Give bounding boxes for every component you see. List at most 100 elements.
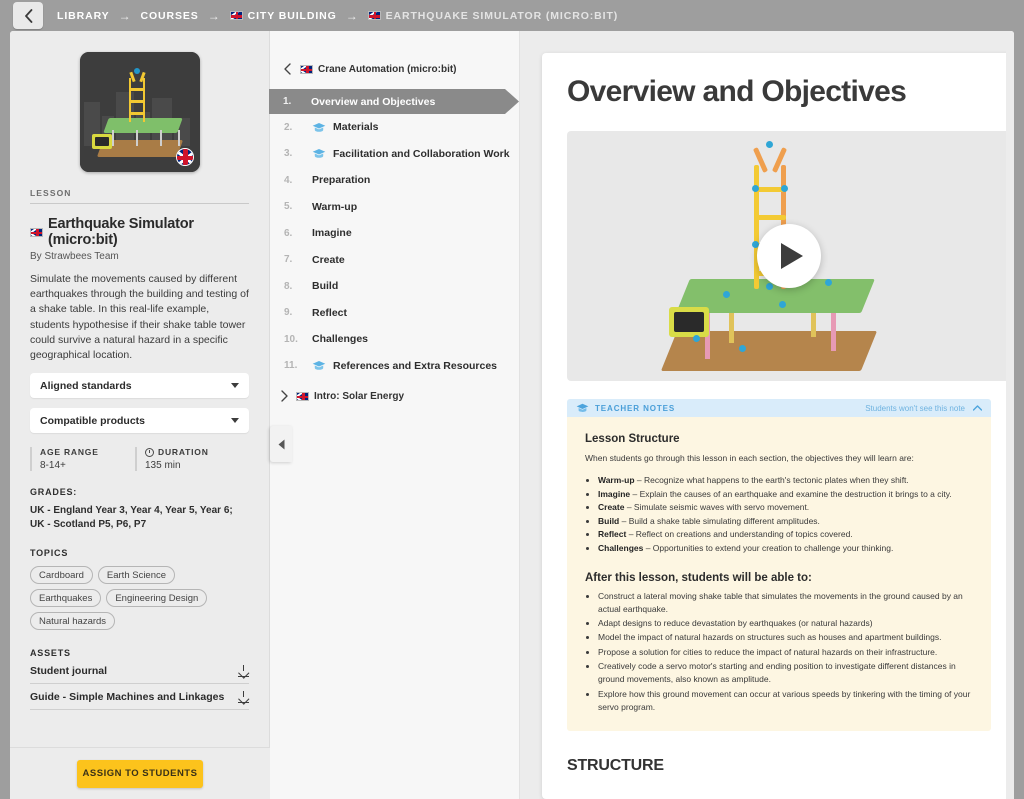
topic-chip[interactable]: Earthquakes bbox=[30, 589, 102, 608]
toc-item-label: Overview and Objectives bbox=[311, 95, 436, 108]
toc-item-reflect[interactable]: 9. Reflect bbox=[270, 300, 519, 327]
toc-item-number: 4. bbox=[284, 174, 293, 186]
toc-item-build[interactable]: 8. Build bbox=[270, 273, 519, 300]
toc-item-challenges[interactable]: 10. Challenges bbox=[270, 326, 519, 353]
microbit-device bbox=[669, 307, 709, 337]
breadcrumb-label: LIBRARY bbox=[57, 9, 110, 22]
breadcrumb-label: EARTHQUAKE SIMULATOR (MICRO:BIT) bbox=[385, 9, 619, 22]
back-button[interactable] bbox=[13, 2, 43, 29]
chevron-up-icon[interactable] bbox=[973, 405, 982, 411]
lesson-title: Earthquake Simulator (micro:bit) bbox=[30, 216, 249, 248]
breadcrumb-item-library[interactable]: LIBRARY bbox=[57, 10, 110, 22]
duration-label: DURATION bbox=[158, 447, 209, 458]
toc-parent-label: Crane Automation (micro:bit) bbox=[318, 63, 457, 75]
breadcrumb-item-courses[interactable]: COURSES bbox=[140, 10, 198, 22]
graduation-cap-icon bbox=[312, 122, 326, 132]
microbit-device bbox=[91, 134, 112, 149]
list-item: Build – Build a shake table simulating d… bbox=[598, 515, 973, 529]
meta-row: AGE RANGE 8-14+ DURATION 135 min bbox=[30, 447, 249, 472]
content-scrollbar[interactable] bbox=[1006, 31, 1014, 799]
chevron-left-icon bbox=[24, 8, 32, 23]
toc-item-references-and-extra-resources[interactable]: 11. References and Extra Resources bbox=[270, 353, 519, 380]
divider bbox=[30, 203, 249, 204]
toc-item-warm-up[interactable]: 5. Warm-up bbox=[270, 194, 519, 221]
select-label: Compatible products bbox=[40, 414, 146, 427]
list-item: Creatively code a servo motor's starting… bbox=[598, 660, 973, 687]
toc-item-label: Materials bbox=[333, 121, 379, 134]
lesson-structure-intro: When students go through this lesson in … bbox=[585, 453, 914, 463]
list-item: Explore how this ground movement can occ… bbox=[598, 688, 973, 715]
structure-term: Warm-up bbox=[598, 475, 635, 485]
structure-term: Reflect bbox=[598, 529, 627, 540]
toc-item-number: 5. bbox=[284, 201, 293, 213]
topic-chip[interactable]: Engineering Design bbox=[106, 589, 208, 608]
topic-chip[interactable]: Cardboard bbox=[30, 566, 93, 585]
asset-row[interactable]: Guide - Simple Machines and Linkages bbox=[30, 684, 249, 711]
topic-chip[interactable]: Natural hazards bbox=[30, 612, 116, 631]
asset-row[interactable]: Student journal bbox=[30, 658, 249, 685]
toc-item-label: Build bbox=[312, 280, 339, 293]
breadcrumb-item-current[interactable]: EARTHQUAKE SIMULATOR (MICRO:BIT) bbox=[367, 9, 619, 22]
graduation-cap-icon bbox=[576, 403, 589, 412]
toc-item-materials[interactable]: 2. Materials bbox=[270, 114, 519, 141]
collapse-panel-button[interactable] bbox=[270, 426, 292, 462]
app-frame: LESSON Earthquake Simulator (micro:bit) … bbox=[10, 31, 1014, 799]
list-item: Reflect – Reflect on creations and under… bbox=[598, 528, 973, 542]
download-icon[interactable] bbox=[238, 691, 249, 704]
lesson-description: Simulate the movements caused by differe… bbox=[30, 273, 249, 362]
teacher-notes-header-right: Students won't see this note bbox=[865, 404, 982, 413]
lesson-card: Overview and Objectives TEACHER NOTES St… bbox=[542, 53, 1014, 799]
sidebar-section-label: LESSON bbox=[30, 188, 72, 198]
uk-flag-icon bbox=[229, 11, 243, 20]
breadcrumb-separator: → bbox=[118, 8, 132, 23]
assets-label: ASSETS bbox=[30, 648, 71, 659]
toc-item-number: 8. bbox=[284, 280, 293, 292]
breadcrumb-separator: → bbox=[207, 8, 221, 23]
compatible-products-select[interactable]: Compatible products bbox=[30, 408, 249, 434]
triangle-left-icon bbox=[278, 439, 284, 449]
toc-parent-link[interactable]: Crane Automation (micro:bit) bbox=[270, 63, 519, 75]
toc-subsection-intro-solar-energy[interactable]: Intro: Solar Energy bbox=[270, 390, 519, 402]
uk-flag-icon bbox=[296, 391, 309, 401]
duration-value: 135 min bbox=[145, 460, 181, 472]
teacher-notes-title: TEACHER NOTES bbox=[595, 403, 676, 413]
grades-label: GRADES: bbox=[30, 487, 78, 498]
list-item: Warm-up – Recognize what happens to the … bbox=[598, 474, 973, 488]
structure-term: Create bbox=[598, 502, 625, 513]
age-range-block: AGE RANGE 8-14+ bbox=[30, 447, 135, 472]
toc-item-imagine[interactable]: 6. Imagine bbox=[270, 220, 519, 247]
breadcrumb-item-city-building[interactable]: CITY BUILDING bbox=[229, 10, 337, 22]
lesson-byline: By Strawbees Team bbox=[30, 251, 249, 262]
toc-item-facilitation-and-collaboration-work[interactable]: 3. Facilitation and Collaboration Work bbox=[270, 141, 519, 168]
structure-text: – Simulate seismic waves with servo move… bbox=[624, 502, 810, 513]
structure-term: Build bbox=[598, 515, 620, 526]
list-item: Model the impact of natural hazards on s… bbox=[598, 631, 973, 644]
uk-flag-icon bbox=[30, 227, 43, 237]
download-icon[interactable] bbox=[238, 665, 249, 678]
grades-value: UK - England Year 3, Year 4, Year 5, Yea… bbox=[30, 505, 233, 531]
topic-chip[interactable]: Earth Science bbox=[97, 566, 176, 585]
toc-item-overview-and-objectives[interactable]: 1. Overview and Objectives bbox=[269, 89, 519, 114]
toc-item-create[interactable]: 7. Create bbox=[270, 247, 519, 274]
objectives-heading: After this lesson, students will be able… bbox=[585, 571, 812, 584]
assign-to-students-button[interactable]: ASSIGN TO STUDENTS bbox=[77, 759, 203, 788]
duration-label-row: DURATION bbox=[145, 447, 209, 457]
aligned-standards-select[interactable]: Aligned standards bbox=[30, 373, 249, 399]
lesson-video-thumbnail[interactable] bbox=[567, 131, 1011, 381]
toc-subsection-label: Intro: Solar Energy bbox=[314, 390, 405, 402]
teacher-notes-header-left: TEACHER NOTES bbox=[576, 403, 675, 413]
uk-flag-badge-icon bbox=[175, 148, 194, 166]
tower-cap bbox=[133, 68, 140, 74]
toc-item-preparation[interactable]: 4. Preparation bbox=[270, 167, 519, 194]
sidebar-scroll-area: LESSON Earthquake Simulator (micro:bit) … bbox=[10, 52, 269, 799]
play-button-icon[interactable] bbox=[757, 224, 821, 288]
list-item: Adapt designs to reduce devastation by e… bbox=[598, 617, 973, 630]
teacher-notes-visibility-note: Students won't see this note bbox=[865, 403, 965, 413]
list-item: Construct a lateral moving shake table t… bbox=[598, 590, 973, 617]
list-item: Propose a solution for cities to reduce … bbox=[598, 646, 973, 659]
toc-item-label: References and Extra Resources bbox=[333, 359, 497, 372]
toc-item-number: 2. bbox=[284, 121, 293, 133]
teacher-notes-panel: TEACHER NOTES Students won't see this no… bbox=[567, 399, 991, 732]
teacher-notes-body: Lesson Structure When students go throug… bbox=[567, 417, 991, 732]
select-label: Aligned standards bbox=[40, 379, 132, 392]
